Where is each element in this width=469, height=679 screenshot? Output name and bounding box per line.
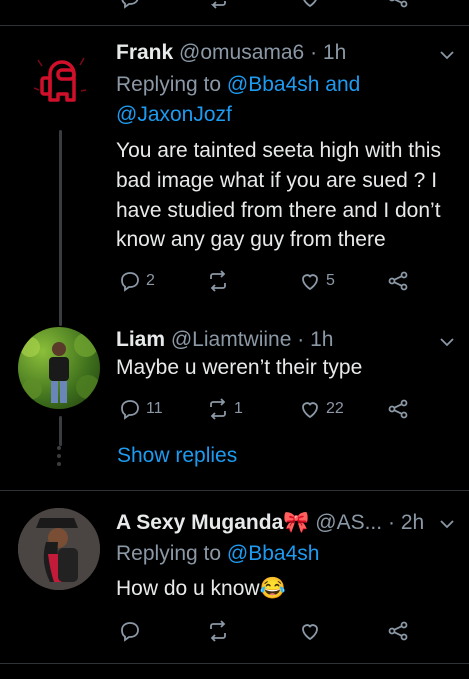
share-icon	[388, 271, 408, 291]
retweet-button[interactable]	[206, 269, 234, 293]
tweet-text-line: bad image what if you are sued ? I	[116, 169, 438, 192]
handle[interactable]: @AS...	[315, 511, 382, 534]
show-replies-row[interactable]: Show replies	[0, 436, 469, 480]
chevron-down-icon[interactable]	[438, 333, 456, 351]
share-button[interactable]	[386, 269, 410, 293]
retweet-icon	[210, 398, 226, 420]
share-icon	[388, 621, 408, 641]
replying-to: Replying to @Bba4sh and	[116, 71, 360, 99]
timestamp[interactable]: 1h	[323, 41, 346, 64]
reply-icon	[121, 272, 139, 292]
separator: ·	[388, 511, 395, 534]
share-icon[interactable]	[386, 0, 410, 10]
replying-to: Replying to @Bba4sh	[116, 540, 319, 568]
person-photo	[20, 333, 100, 403]
retweet-button[interactable]: 1	[206, 397, 243, 421]
chevron-down-icon[interactable]	[438, 46, 456, 64]
tweet-text-line: How do u know😂	[116, 577, 286, 600]
retweet-icon[interactable]	[206, 0, 230, 10]
like-button[interactable]: 22	[298, 397, 344, 421]
avatar[interactable]	[20, 40, 102, 122]
avatar[interactable]	[18, 327, 100, 409]
like-count: 22	[326, 400, 344, 417]
handle[interactable]: @Liamtwiine	[171, 328, 292, 351]
reply-button[interactable]: 11	[118, 397, 163, 421]
timestamp[interactable]: 2h	[401, 511, 424, 534]
reply-icon[interactable]	[118, 0, 142, 10]
timestamp[interactable]: 1h	[310, 328, 333, 351]
tweet-frank[interactable]: Frank @omusama6 · 1h Replying to @Bba4sh…	[0, 26, 469, 326]
replying-link[interactable]: @Bba4sh and	[227, 73, 360, 96]
like-button[interactable]: 5	[298, 269, 335, 293]
tweet-a-sexy-muganda[interactable]: A Sexy Muganda🎀 @AS... · 2h Replying to …	[0, 491, 469, 666]
share-icon	[388, 399, 408, 419]
tweet-header: Liam @Liamtwiine · 1h	[116, 326, 333, 354]
tweet-header: Frank @omusama6 · 1h	[116, 39, 346, 67]
tweet-text-line: know any gay guy from there	[116, 228, 386, 251]
heart-icon[interactable]	[298, 0, 322, 10]
reply-button[interactable]	[118, 619, 146, 643]
person-photo	[18, 508, 100, 590]
reply-icon	[121, 400, 139, 420]
replying-link[interactable]: @Bba4sh	[227, 542, 320, 565]
reply-button[interactable]: 2	[118, 269, 155, 293]
retweet-icon	[210, 620, 226, 642]
display-name[interactable]: Liam	[116, 328, 165, 351]
replying-link[interactable]: @JaxonJozf	[116, 103, 232, 126]
avatar[interactable]	[18, 508, 100, 590]
heart-icon	[302, 624, 318, 641]
more-dots-icon	[56, 446, 62, 470]
replying-prefix: Replying to	[116, 73, 227, 96]
reply-count: 2	[146, 272, 155, 289]
reply-icon	[121, 622, 139, 642]
divider	[0, 663, 469, 664]
replying-to-line2: @JaxonJozf	[116, 101, 232, 129]
show-replies-link[interactable]: Show replies	[117, 442, 237, 470]
tweet-time: · 2h	[388, 509, 424, 537]
reply-count: 11	[146, 400, 163, 417]
tweet-liam[interactable]: Liam @Liamtwiine · 1h Maybe u weren’t th…	[0, 315, 469, 446]
separator: ·	[297, 328, 305, 351]
heart-icon	[302, 274, 318, 291]
tweet-header: A Sexy Muganda🎀 @AS...	[116, 509, 382, 537]
tweet-text-line: Maybe u weren’t their type	[116, 356, 363, 379]
tweet-text-line: have studied from there and I don’t	[116, 199, 441, 222]
retweet-button[interactable]	[206, 619, 234, 643]
chevron-down-icon[interactable]	[438, 515, 456, 533]
separator: ·	[310, 41, 318, 64]
display-name[interactable]: Frank	[116, 41, 173, 64]
like-button[interactable]	[298, 619, 326, 643]
thread-line	[59, 130, 62, 326]
retweet-count: 1	[234, 400, 243, 417]
retweet-icon	[210, 270, 226, 292]
heart-icon	[302, 402, 318, 419]
among-us-avatar-icon	[33, 57, 87, 102]
like-count: 5	[326, 272, 335, 289]
previous-tweet-actions	[0, 0, 469, 12]
share-button[interactable]	[386, 619, 410, 643]
display-name[interactable]: A Sexy Muganda🎀	[116, 511, 309, 534]
tweet-text-line: You are tainted seeta high with this	[116, 139, 441, 162]
handle[interactable]: @omusama6	[179, 41, 304, 64]
replying-prefix: Replying to	[116, 542, 227, 565]
share-button[interactable]	[386, 397, 410, 421]
